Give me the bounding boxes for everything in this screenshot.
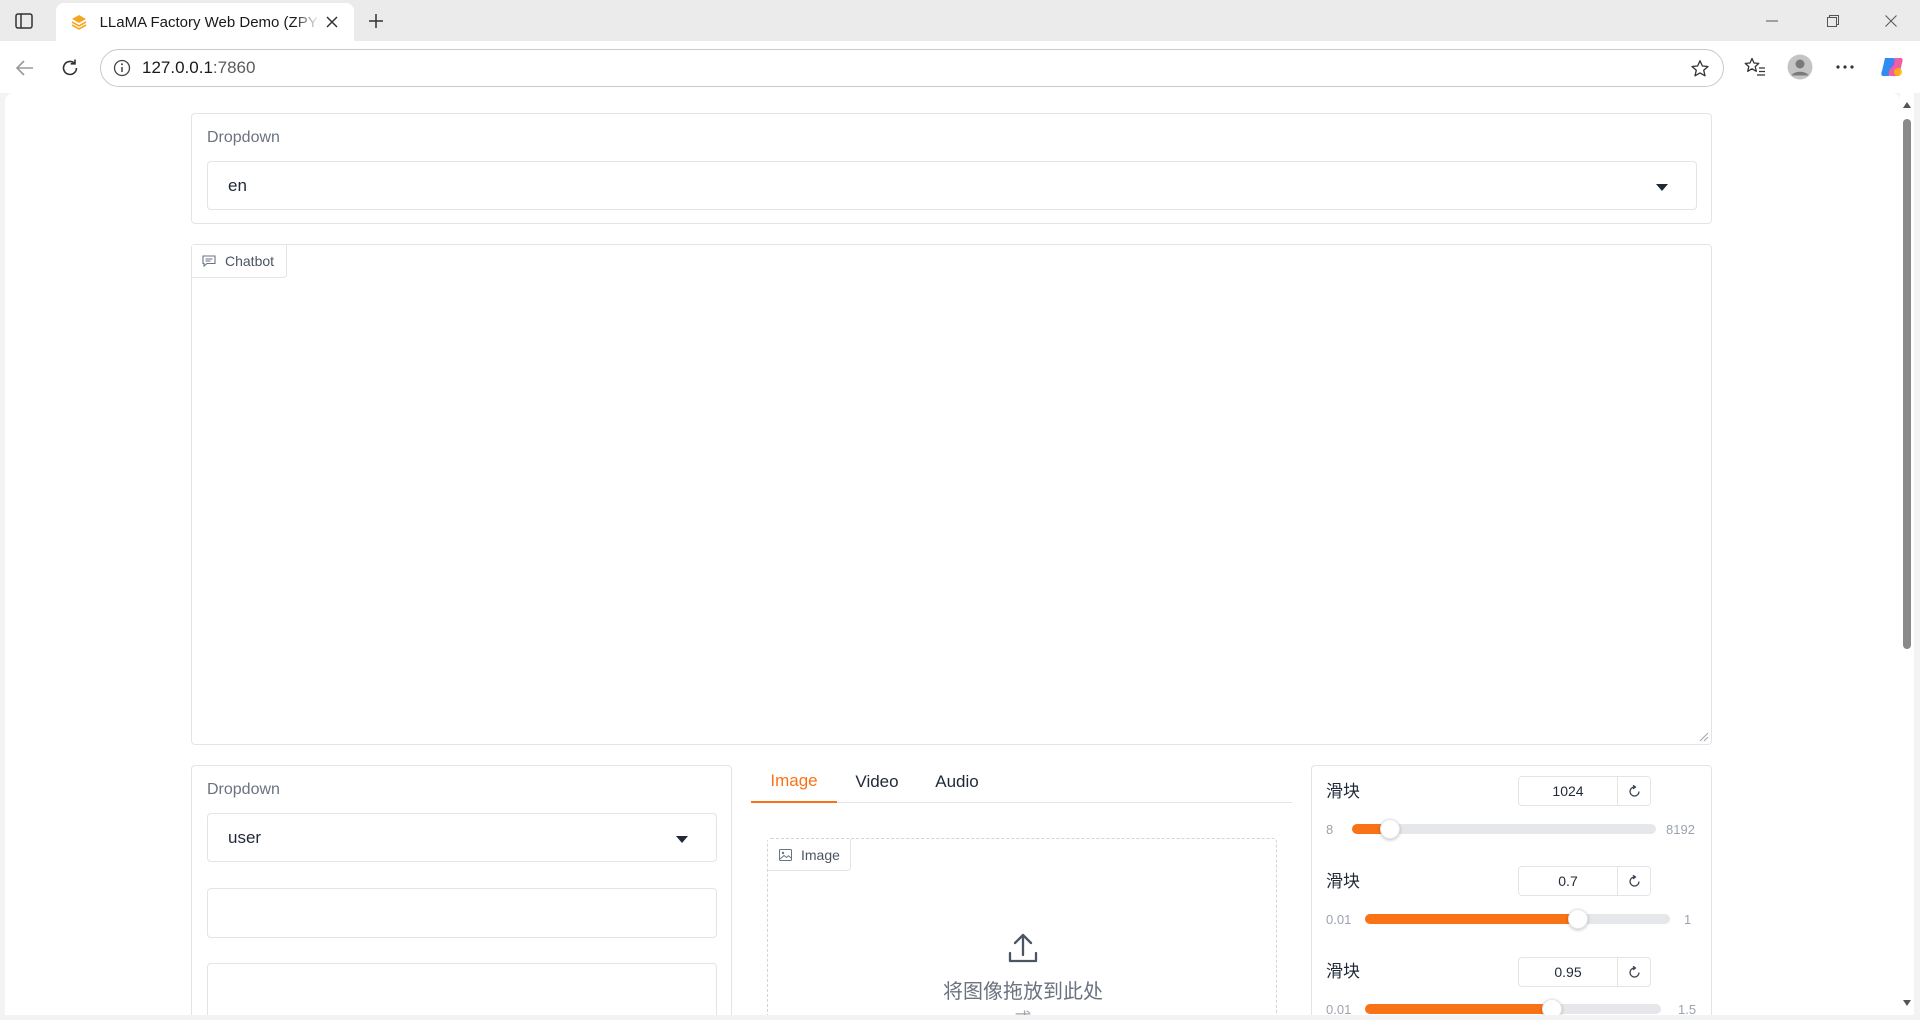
- close-window-icon[interactable]: [1876, 8, 1906, 34]
- chatbot-panel: Chatbot: [191, 244, 1712, 745]
- upload-drop-text: 将图像拖放到此处: [943, 981, 1103, 1003]
- browser-toolbar: 127.0.0.1:7860: [0, 41, 1920, 93]
- reload-icon[interactable]: [55, 53, 85, 83]
- chatbot-label: Chatbot: [225, 253, 275, 269]
- minimize-icon[interactable]: [1757, 8, 1787, 34]
- dropdown-caret-icon: [676, 835, 688, 843]
- language-select[interactable]: en: [207, 161, 1697, 210]
- url-host: 127.0.0.1: [142, 58, 213, 77]
- more-options-icon[interactable]: [1830, 52, 1860, 82]
- upload-icon: [1008, 933, 1038, 963]
- tab-image[interactable]: Image: [751, 761, 837, 803]
- chat-bubble-icon: [202, 254, 216, 268]
- sidebar-toggle-icon[interactable]: [12, 9, 36, 33]
- language-select-value: en: [228, 175, 247, 195]
- language-dropdown-label: Dropdown: [207, 129, 280, 146]
- favorites-list-icon[interactable]: [1740, 52, 1770, 82]
- resize-handle-icon[interactable]: [1699, 732, 1709, 742]
- llama-factory-favicon-icon: [68, 11, 90, 33]
- role-select-value: user: [228, 827, 262, 847]
- scroll-down-arrow-icon[interactable]: [1902, 999, 1912, 1007]
- dropdown-caret-icon: [1656, 183, 1668, 191]
- page-scrollbar[interactable]: [1900, 93, 1914, 1015]
- reset-icon[interactable]: [1618, 866, 1651, 896]
- slider-thumb[interactable]: [1542, 999, 1562, 1015]
- copilot-icon[interactable]: [1877, 52, 1907, 82]
- address-bar[interactable]: 127.0.0.1:7860: [100, 49, 1724, 87]
- reset-icon[interactable]: [1618, 776, 1651, 806]
- slider-track[interactable]: [1352, 819, 1656, 839]
- scroll-up-arrow-icon[interactable]: [1902, 101, 1912, 109]
- page-viewport: Dropdown en Chatbot Dropdown user Image …: [5, 93, 1900, 1015]
- image-label-chip: Image: [768, 839, 851, 871]
- slider-thumb[interactable]: [1380, 819, 1400, 839]
- slider-fill: [1365, 1004, 1552, 1014]
- language-dropdown-block: Dropdown en: [191, 113, 1712, 224]
- slider-label: 滑块: [1326, 872, 1360, 891]
- slider-track[interactable]: [1365, 909, 1670, 929]
- temperature-number-input[interactable]: 0.7: [1518, 866, 1618, 896]
- max-tokens-number-input[interactable]: 1024: [1518, 776, 1618, 806]
- browser-tab[interactable]: LLaMA Factory Web Demo (ZPYSoftware): [56, 3, 354, 41]
- upload-or-text: 或: [768, 1005, 1278, 1015]
- site-info-icon[interactable]: [112, 58, 132, 78]
- favorite-star-icon[interactable]: [1689, 58, 1711, 80]
- image-icon: [778, 848, 792, 862]
- message-input-block: Dropdown user: [191, 765, 732, 1015]
- system-prompt-input[interactable]: [207, 888, 717, 938]
- slider-max: 1: [1684, 912, 1692, 927]
- slider-label: 滑块: [1326, 962, 1360, 981]
- tab-audio[interactable]: Audio: [917, 761, 997, 803]
- slider-min: 8: [1326, 822, 1334, 837]
- slider-max: 1.5: [1678, 1002, 1697, 1015]
- image-label: Image: [801, 846, 840, 863]
- generation-params-block: 滑块 1024 8 8192 滑块 0.7 0.01 1 滑块 0.95 0.0…: [1311, 765, 1712, 1015]
- scrollbar-thumb[interactable]: [1903, 119, 1911, 649]
- image-upload-dropzone[interactable]: Image 将图像拖放到此处 或: [767, 838, 1277, 1015]
- profile-avatar-icon[interactable]: [1785, 52, 1815, 82]
- slider-fill: [1365, 914, 1578, 924]
- restore-icon[interactable]: [1818, 8, 1848, 34]
- back-arrow-icon[interactable]: [10, 53, 40, 83]
- role-select[interactable]: user: [207, 813, 717, 862]
- slider-max: 8192: [1666, 822, 1695, 837]
- url-port: :7860: [212, 58, 256, 77]
- slider-label: 滑块: [1326, 782, 1360, 801]
- media-tabs: Image Video Audio: [751, 761, 1292, 803]
- close-tab-icon[interactable]: [320, 10, 344, 34]
- role-dropdown-label: Dropdown: [207, 781, 280, 798]
- tab-video[interactable]: Video: [837, 761, 917, 803]
- slider-thumb[interactable]: [1568, 909, 1588, 929]
- slider-min: 0.01: [1326, 1002, 1352, 1015]
- url-text: 127.0.0.1:7860: [142, 58, 255, 78]
- new-tab-icon[interactable]: [363, 8, 389, 34]
- tab-title: LLaMA Factory Web Demo (ZPYSoftware): [99, 13, 321, 31]
- reset-icon[interactable]: [1618, 957, 1651, 987]
- chatbot-label-chip: Chatbot: [192, 245, 288, 278]
- top-p-number-input[interactable]: 0.95: [1518, 957, 1618, 987]
- query-input[interactable]: [207, 963, 717, 1015]
- slider-track[interactable]: [1365, 999, 1661, 1015]
- slider-min: 0.01: [1326, 912, 1352, 927]
- browser-tab-strip: LLaMA Factory Web Demo (ZPYSoftware): [0, 0, 1920, 41]
